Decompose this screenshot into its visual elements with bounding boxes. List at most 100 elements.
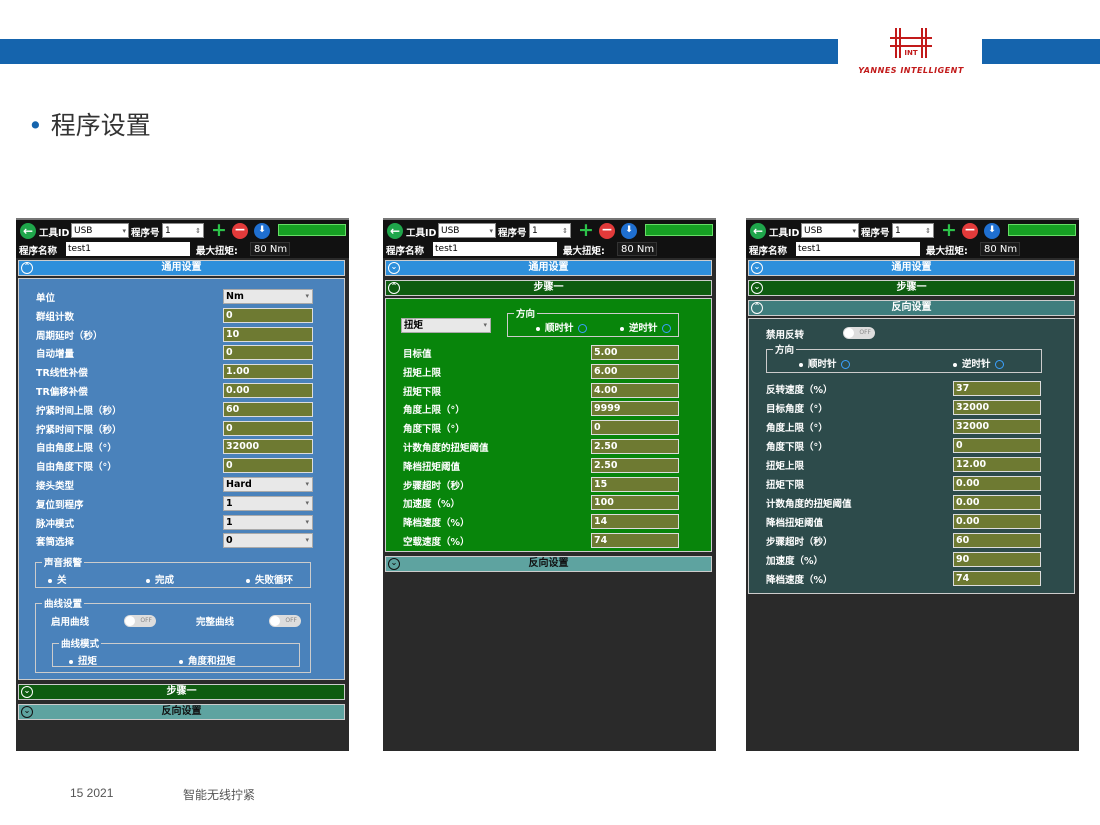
general-settings-header[interactable]: ⌄ 通用设置 <box>748 260 1075 276</box>
field-input[interactable]: 9999 <box>591 401 679 417</box>
back-arrow-icon[interactable]: ← <box>20 223 36 239</box>
field-input[interactable]: 74 <box>591 533 679 548</box>
direction-option[interactable]: 逆时针 <box>953 356 1004 370</box>
remove-program-icon[interactable]: − <box>962 223 978 239</box>
field-label: 目标值 <box>403 349 432 360</box>
direction-option[interactable]: 逆时针 <box>620 320 671 334</box>
field-input[interactable]: 100 <box>591 495 679 511</box>
program-no-select[interactable]: 1 ⇕ <box>529 223 571 238</box>
field-row: 拧紧时间上限（秒） 60 <box>19 401 344 418</box>
field-input[interactable]: 0 <box>223 345 313 361</box>
general-settings-header-label: 通用设置 <box>528 262 569 273</box>
program-name-input[interactable]: test1 <box>796 242 920 256</box>
field-input[interactable]: 32000 <box>953 419 1041 434</box>
field-select[interactable]: 0 ▾ <box>223 533 313 549</box>
field-select[interactable]: Nm ▾ <box>223 289 313 304</box>
complete-curve-toggle[interactable]: OFF <box>269 615 301 627</box>
field-label: 复位到程序 <box>36 499 84 511</box>
program-no-select[interactable]: 1 ⇕ <box>162 223 204 238</box>
program-no-value: 1 <box>165 226 171 236</box>
field-input[interactable]: 10 <box>223 326 313 342</box>
field-input[interactable]: 15 <box>591 476 679 492</box>
disable-reverse-label: 禁用反转 <box>766 330 805 341</box>
field-input[interactable]: 32000 <box>223 439 313 455</box>
reverse-settings-header[interactable]: ⌄ 反向设置 <box>385 556 712 572</box>
field-input[interactable]: 74 <box>953 571 1041 586</box>
control-mode-select[interactable]: 扭矩 ▾ <box>401 318 491 333</box>
field-input[interactable]: 1.00 <box>223 364 313 380</box>
field-row: 扭矩上限 6.00 <box>386 363 711 380</box>
field-input[interactable]: 2.50 <box>591 439 679 454</box>
field-input[interactable]: 60 <box>223 401 313 417</box>
step-one-header[interactable]: ⌃ 步骤一 <box>385 280 712 296</box>
disable-reverse-toggle[interactable]: OFF <box>843 327 875 339</box>
program-name-label: 程序名称 <box>749 246 788 257</box>
remove-program-icon[interactable]: − <box>599 223 615 239</box>
tool-id-select[interactable]: USB ▾ <box>438 223 496 238</box>
field-input[interactable]: 60 <box>953 533 1041 548</box>
sound-alarm-option[interactable]: 完成 <box>146 572 174 586</box>
field-select[interactable]: 1 ▾ <box>223 495 313 511</box>
field-select[interactable]: 1 ▾ <box>223 514 313 530</box>
direction-option[interactable]: 顺时针 <box>536 320 587 334</box>
step-one-header[interactable]: ⌄ 步骤一 <box>748 280 1075 296</box>
sound-alarm-option[interactable]: 失败循环 <box>246 572 293 586</box>
download-icon[interactable]: ⬇ <box>254 223 270 239</box>
general-settings-header[interactable]: ⌄ 通用设置 <box>385 260 712 276</box>
field-label: 扭矩下限 <box>766 480 805 491</box>
field-input[interactable]: 2.50 <box>591 457 679 473</box>
program-no-select[interactable]: 1 ⇕ <box>892 223 934 238</box>
program-name-input[interactable]: test1 <box>66 242 190 256</box>
field-label: 计数角度的扭矩阈值 <box>766 499 852 510</box>
field-input[interactable]: 12.00 <box>953 457 1041 472</box>
field-input[interactable]: 0.00 <box>953 514 1041 529</box>
field-input[interactable]: 0 <box>953 438 1041 453</box>
chevron-down-icon: ⌄ <box>388 262 400 274</box>
tool-id-select[interactable]: USB ▾ <box>801 223 859 238</box>
back-arrow-icon[interactable]: ← <box>387 223 403 239</box>
back-arrow-icon[interactable]: ← <box>750 223 766 239</box>
sound-alarm-option[interactable]: 关 <box>48 572 67 586</box>
add-program-icon[interactable]: + <box>578 221 594 240</box>
field-select[interactable]: Hard ▾ <box>223 477 313 492</box>
field-input[interactable]: 0 <box>223 420 313 436</box>
complete-curve-label: 完整曲线 <box>196 617 235 628</box>
curve-mode-option[interactable]: 扭矩 <box>69 653 97 667</box>
direction-option[interactable]: 顺时针 <box>799 356 850 370</box>
field-input[interactable]: 0 <box>223 458 313 474</box>
field-input[interactable]: 32000 <box>953 400 1041 415</box>
field-input[interactable]: 0 <box>591 420 679 436</box>
reverse-settings-header[interactable]: ⌃ 反向设置 <box>748 300 1075 316</box>
program-name-input[interactable]: test1 <box>433 242 557 256</box>
field-row: 目标值 5.00 <box>386 344 711 361</box>
field-input[interactable]: 6.00 <box>591 363 679 379</box>
remove-program-icon[interactable]: − <box>232 223 248 239</box>
radio-dot-icon <box>620 326 624 331</box>
general-settings-header[interactable]: ⌃ 通用设置 <box>18 260 345 276</box>
tool-id-select[interactable]: USB ▾ <box>71 223 129 238</box>
download-icon[interactable]: ⬇ <box>621 223 637 239</box>
field-input[interactable]: 5.00 <box>591 345 679 360</box>
add-program-icon[interactable]: + <box>211 221 227 240</box>
enable-curve-toggle[interactable]: OFF <box>124 615 156 627</box>
field-input[interactable]: 37 <box>953 381 1041 396</box>
field-input[interactable]: 4.00 <box>591 382 679 398</box>
reverse-settings-header[interactable]: ⌄ 反向设置 <box>18 704 345 720</box>
field-input[interactable]: 0.00 <box>953 495 1041 510</box>
field-input[interactable]: 0.00 <box>953 476 1041 491</box>
field-input[interactable]: 90 <box>953 552 1041 567</box>
rotation-icon <box>994 360 1004 369</box>
field-input[interactable]: 14 <box>591 514 679 530</box>
curve-mode-option[interactable]: 角度和扭矩 <box>179 653 236 667</box>
field-input[interactable]: 0 <box>223 307 313 323</box>
add-program-icon[interactable]: + <box>941 221 957 240</box>
field-input[interactable]: 0.00 <box>223 383 313 398</box>
download-icon[interactable]: ⬇ <box>984 223 1000 239</box>
reverse-settings-panel: 禁用反转 OFF 方向 顺时针 逆时针 反转速度（%） 37 目标角度（°） 32000 角度上限… <box>748 318 1075 594</box>
direction-option-label: 逆时针 <box>962 359 991 370</box>
radio-dot-icon <box>146 578 150 583</box>
field-label: 反转速度（%） <box>766 385 833 396</box>
step-one-header-label: 步骤一 <box>166 686 197 697</box>
field-label: 降档速度（%） <box>766 575 833 586</box>
step-one-header[interactable]: ⌄ 步骤一 <box>18 684 345 700</box>
